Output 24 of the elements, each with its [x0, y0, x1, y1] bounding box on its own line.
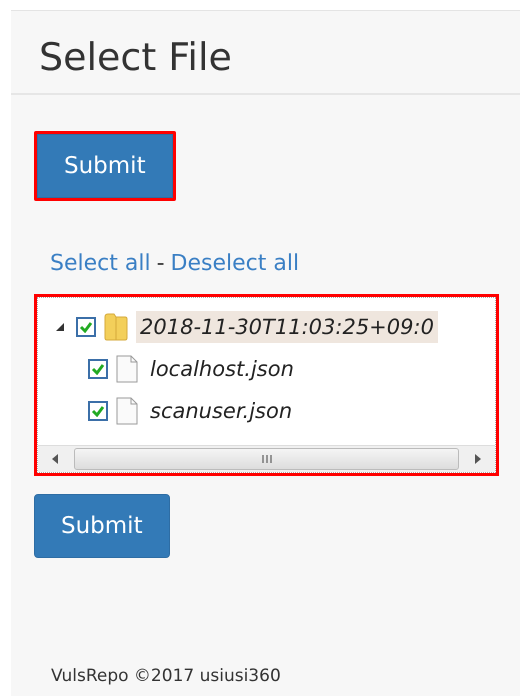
- submit-button[interactable]: Submit: [34, 494, 170, 558]
- checkbox[interactable]: [88, 401, 108, 421]
- select-link[interactable]: Select all: [50, 251, 151, 276]
- file-icon: [116, 397, 138, 425]
- scroll-left-icon[interactable]: [52, 454, 58, 464]
- scroll-right-icon[interactable]: [475, 454, 481, 464]
- check-icon: [91, 363, 105, 375]
- separator-text: -: [156, 251, 165, 276]
- grip-icon: [260, 454, 274, 464]
- horizontal-scrollbar[interactable]: [38, 445, 495, 472]
- select-link[interactable]: Deselect all: [170, 251, 300, 276]
- expanded-icon[interactable]: [55, 322, 65, 332]
- checkbox[interactable]: [88, 359, 108, 379]
- check-icon: [79, 321, 93, 333]
- footer-text: VulsRepo ©2017 usiusi360: [50, 666, 282, 686]
- folder-icon: [104, 313, 128, 341]
- submit-button[interactable]: Submit: [37, 134, 173, 198]
- checkbox[interactable]: [76, 317, 96, 337]
- folder-label[interactable]: 2018-11-30T11:03:25+09:0: [136, 311, 438, 343]
- check-icon: [91, 405, 105, 417]
- file-label[interactable]: scanuser.json: [146, 395, 296, 427]
- page-title: Select File: [11, 11, 520, 95]
- file-label[interactable]: localhost.json: [146, 353, 298, 385]
- file-icon: [116, 355, 138, 383]
